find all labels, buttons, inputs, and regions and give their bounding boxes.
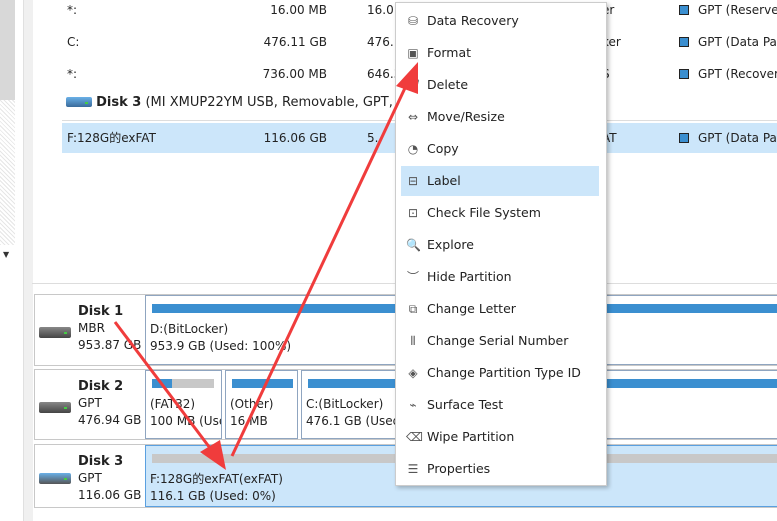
menu-item-copy[interactable]: ◔ Copy: [401, 134, 599, 164]
partition-name: *:: [67, 3, 78, 17]
menu-item-check-file-system[interactable]: ⊡ Check File System: [401, 198, 599, 228]
partition-info: 116.1 GB (Used: 0%): [150, 489, 276, 503]
copy-icon: ◔: [407, 142, 419, 156]
menu-item-label: Explore: [427, 237, 474, 252]
menu-item-move-resize[interactable]: ⇔ Move/Resize: [401, 102, 599, 132]
menu-item-label: Delete: [427, 77, 469, 92]
type-color-icon: [679, 5, 689, 15]
format-icon: ▣: [407, 46, 419, 60]
menu-item-change-serial-number[interactable]: ⦀ Change Serial Number: [401, 326, 599, 356]
eye-closed-icon: ︶: [406, 270, 419, 284]
usage-bar-fill: [152, 379, 172, 388]
change-letter-icon: ⧉: [408, 302, 418, 316]
barcode-icon: ⦀: [410, 334, 416, 348]
disk-title: Disk 2: [78, 379, 124, 394]
menu-item-label: Move/Resize: [427, 109, 505, 124]
menu-item-label: Wipe Partition: [427, 429, 515, 444]
disk-scheme: MBR: [78, 321, 105, 335]
disk-size: 476.94 GB: [78, 413, 142, 427]
partition-block[interactable]: (Other) 16 MB: [225, 370, 298, 439]
partition-type: GPT (Data Par: [698, 35, 777, 49]
partition-info: 16 MB: [230, 414, 268, 428]
hard-disk-icon: [39, 402, 71, 413]
layers-icon: ◈: [408, 366, 418, 380]
move-resize-icon: ⇔: [407, 110, 419, 124]
label-icon: ⊟: [407, 174, 419, 188]
disk-size: 953.87 GB: [78, 338, 142, 352]
menu-item-surface-test[interactable]: ⌁ Surface Test: [401, 390, 599, 420]
menu-item-delete[interactable]: 🗑 Delete: [401, 70, 599, 100]
search-icon: 🔍: [406, 238, 421, 252]
disk-title: Disk 3: [78, 454, 124, 469]
trash-icon: 🗑: [406, 78, 422, 92]
partition-info: 100 MB (Used: [150, 414, 221, 428]
menu-item-data-recovery[interactable]: ⛁ Data Recovery: [401, 6, 599, 36]
disk3-header[interactable]: Disk 3 (MI XMUP22YM USB, Removable, GPT,…: [66, 88, 426, 118]
partition-used: 16.0: [367, 3, 394, 17]
hard-disk-icon: [39, 327, 71, 338]
disk-title: Disk 1: [78, 304, 124, 319]
scrollbar-track[interactable]: [0, 100, 15, 245]
menu-item-wipe-partition[interactable]: ⌫ Wipe Partition: [401, 422, 599, 452]
partition-capacity: 116.06 GB: [263, 131, 327, 145]
type-color-icon: [679, 133, 689, 143]
menu-item-label: Data Recovery: [427, 13, 519, 28]
disk-scheme: GPT: [78, 471, 102, 485]
menu-item-label: Change Partition Type ID: [427, 365, 581, 380]
menu-item-change-partition-type-id[interactable]: ◈ Change Partition Type ID: [401, 358, 599, 388]
menu-item-explore[interactable]: 🔍 Explore: [401, 230, 599, 260]
partition-label: (FAT32): [150, 397, 196, 411]
panel-splitter[interactable]: [23, 0, 33, 521]
partition-name: C:: [67, 35, 80, 49]
left-panel: ▼: [0, 0, 16, 521]
disk-details: (MI XMUP22YM USB, Removable, GPT, 116.: [145, 95, 426, 110]
menu-item-label: Surface Test: [427, 397, 504, 412]
partition-type: GPT (Reserved: [698, 3, 777, 17]
partition-label: (Other): [230, 397, 274, 411]
partition-name: *:: [67, 67, 78, 81]
data-recovery-icon: ⛁: [407, 14, 419, 28]
menu-item-label: Change Serial Number: [427, 333, 569, 348]
partition-block[interactable]: (FAT32) 100 MB (Used: [145, 370, 222, 439]
type-color-icon: [679, 69, 689, 79]
menu-item-label: Check File System: [427, 205, 541, 220]
eraser-icon: ⌫: [406, 430, 423, 444]
usb-disk-icon: [66, 97, 92, 107]
partition-capacity: 736.00 MB: [262, 67, 327, 81]
menu-item-label: Label: [427, 173, 461, 188]
disk-scheme: GPT: [78, 396, 102, 410]
menu-item-label: Change Letter: [427, 301, 516, 316]
menu-item-label[interactable]: ⊟ Label: [401, 166, 599, 196]
menu-item-label: Properties: [427, 461, 491, 476]
properties-icon: ☰: [407, 462, 419, 476]
usb-disk-icon: [39, 473, 71, 484]
menu-item-format[interactable]: ▣ Format: [401, 38, 599, 68]
menu-item-label: Copy: [427, 141, 459, 156]
partition-type: GPT (Data Par: [698, 131, 777, 145]
menu-item-hide-partition[interactable]: ︶ Hide Partition: [401, 262, 599, 292]
partition-used: 5.: [367, 131, 379, 145]
menu-item-change-letter[interactable]: ⧉ Change Letter: [401, 294, 599, 324]
partition-name: F:128G的exFAT: [67, 131, 156, 145]
disk-size: 116.06 GB: [78, 488, 142, 502]
surface-test-icon: ⌁: [409, 398, 417, 412]
context-menu: ⛁ Data Recovery ▣ Format 🗑 Delete ⇔ Move/Resize…: [395, 2, 607, 486]
menu-item-label: Hide Partition: [427, 269, 512, 284]
partition-capacity: 476.11 GB: [263, 35, 327, 49]
usage-bar-fill: [232, 379, 293, 388]
check-file-system-icon: ⊡: [407, 206, 419, 220]
scrollbar-thumb[interactable]: [0, 0, 15, 100]
scroll-down-arrow-icon[interactable]: ▼: [3, 250, 9, 259]
partition-capacity: 16.00 MB: [270, 3, 327, 17]
menu-item-properties[interactable]: ☰ Properties: [401, 454, 599, 484]
partition-type: GPT (Recovery: [698, 67, 777, 81]
type-color-icon: [679, 37, 689, 47]
menu-item-label: Format: [427, 45, 472, 60]
disk-title: Disk 3: [96, 95, 142, 110]
